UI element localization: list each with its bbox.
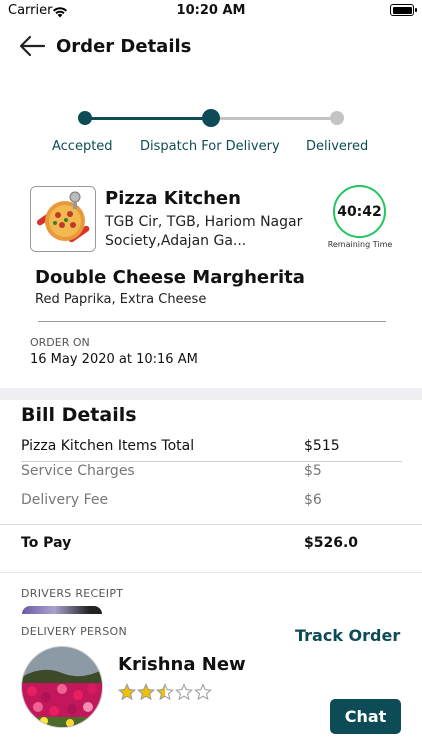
star-icon <box>137 683 155 701</box>
star-icon <box>156 683 174 701</box>
page-title: Order Details <box>56 36 192 57</box>
drivers-receipt-image[interactable] <box>22 606 102 614</box>
step-delivered-dot <box>330 111 344 125</box>
bill-row-value: $5 <box>304 463 322 479</box>
delivery-person-label: DELIVERY PERSON <box>21 625 128 638</box>
track-order-button[interactable]: Track Order <box>295 626 400 645</box>
chat-button[interactable]: Chat <box>330 699 401 734</box>
bill-row-value: $6 <box>304 492 322 508</box>
divider <box>0 524 422 525</box>
item-name: Double Cheese Margherita <box>35 267 305 288</box>
bill-row-label: Pizza Kitchen Items Total <box>21 438 195 454</box>
step-accepted-dot <box>78 111 92 125</box>
divider <box>38 321 386 322</box>
to-pay-label: To Pay <box>21 535 72 551</box>
item-extras: Red Paprika, Extra Cheese <box>35 292 207 307</box>
divider <box>21 461 402 462</box>
bill-details-title: Bill Details <box>21 404 137 426</box>
star-icon <box>175 683 193 701</box>
status-time: 10:20 AM <box>176 3 246 18</box>
step-delivered-label: Delivered <box>306 139 369 154</box>
avatar <box>21 646 103 728</box>
step-accepted-label: Accepted <box>52 139 113 154</box>
driver-name: Krishna New <box>118 654 246 675</box>
back-button[interactable] <box>18 34 48 58</box>
drivers-receipt-label: DRIVERS RECEIPT <box>21 587 124 600</box>
bill-row-value: $515 <box>304 438 340 454</box>
step-dispatch-dot <box>202 109 220 127</box>
remaining-time-timer: 40:42 <box>333 185 386 238</box>
arrow-left-icon <box>19 35 46 57</box>
divider <box>0 572 422 573</box>
restaurant-image <box>30 186 96 252</box>
bill-row-label: Delivery Fee <box>21 492 109 508</box>
order-date: 16 May 2020 at 10:16 AM <box>30 352 198 367</box>
status-bar: Carrier 10:20 AM <box>0 0 422 24</box>
section-separator <box>0 388 422 400</box>
step-dispatch-label: Dispatch For Delivery <box>140 139 280 154</box>
star-icon <box>194 683 212 701</box>
restaurant-name: Pizza Kitchen <box>105 188 241 209</box>
driver-rating <box>118 683 212 703</box>
remaining-time-caption: Remaining Time <box>327 240 393 249</box>
progress-line-pending <box>211 117 337 120</box>
order-on-label: ORDER ON <box>30 336 90 349</box>
to-pay-value: $526.0 <box>304 535 359 551</box>
bill-row-label: Service Charges <box>21 463 135 479</box>
restaurant-address: TGB Cir, TGB, Hariom Nagar Society,Adaja… <box>105 214 303 249</box>
star-icon <box>118 683 136 701</box>
progress-line-complete <box>85 117 211 120</box>
pizza-icon <box>31 187 95 251</box>
battery-icon <box>390 4 417 16</box>
